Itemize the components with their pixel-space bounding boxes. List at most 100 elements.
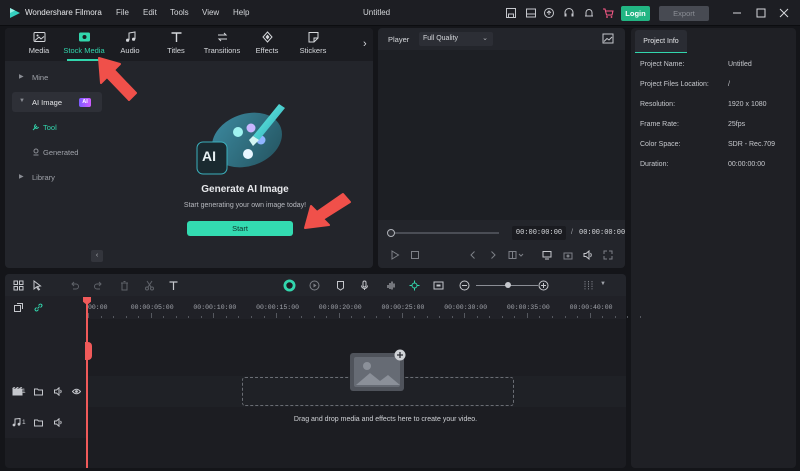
maximize-icon[interactable] <box>754 6 768 20</box>
ruler-tick <box>150 313 152 318</box>
undo-icon[interactable] <box>69 280 80 291</box>
scissors-icon[interactable] <box>144 280 155 291</box>
zoom-out-icon[interactable] <box>459 280 470 291</box>
start-button[interactable]: Start <box>187 221 293 236</box>
sidebar-item-ai-image[interactable]: ▼ AI Image AI <box>12 92 102 112</box>
link-icon[interactable] <box>34 303 43 312</box>
tab-stickers[interactable]: Stickers <box>292 31 334 59</box>
display-mode-icon[interactable] <box>508 250 524 260</box>
ruler-tick <box>439 316 441 318</box>
ruler-tick <box>301 316 303 318</box>
text-tool-icon[interactable] <box>168 280 179 291</box>
tab-media[interactable]: Media <box>18 31 60 59</box>
playback-scrubber[interactable] <box>390 232 499 234</box>
ruler-tick <box>564 316 566 318</box>
ai-mate-icon[interactable] <box>283 279 296 292</box>
quality-select[interactable]: Full Quality ⌄ <box>419 32 493 46</box>
cloud-icon[interactable] <box>543 7 555 19</box>
timecode-separator: / <box>571 229 573 236</box>
play-icon[interactable] <box>390 250 400 260</box>
timeline-ruler[interactable]: 00:00 00:00:05:00 00:00:10:00 00:00:15:00 00… <box>88 296 641 319</box>
speaker-icon[interactable] <box>54 387 63 396</box>
grid-view-icon[interactable] <box>583 280 594 291</box>
redo-icon[interactable] <box>93 280 104 291</box>
ruler-tick <box>489 316 491 318</box>
sidebar-item-mine[interactable]: ▶ Mine <box>12 67 102 87</box>
menu-view[interactable]: View <box>202 8 219 17</box>
scrubber-handle[interactable] <box>387 229 395 237</box>
menu-file[interactable]: File <box>116 8 129 17</box>
tab-effects[interactable]: Effects <box>246 31 288 59</box>
fullscreen-icon[interactable] <box>603 250 613 260</box>
close-icon[interactable] <box>777 6 791 20</box>
stop-icon[interactable] <box>410 250 420 260</box>
auto-highlight-icon[interactable] <box>433 280 444 291</box>
monitor-icon[interactable] <box>542 250 552 260</box>
layout-icon[interactable] <box>525 7 537 19</box>
playhead-side-tab[interactable] <box>85 342 92 360</box>
effects-icon <box>261 31 273 43</box>
sidebar-item-tool[interactable]: Tool <box>12 117 102 137</box>
ruler-tick <box>589 313 591 318</box>
ruler-tick <box>225 316 227 318</box>
snapshot-icon[interactable] <box>602 33 614 44</box>
volume-icon[interactable] <box>583 250 593 260</box>
select-tool-icon[interactable] <box>32 280 43 291</box>
wrench-icon <box>32 124 39 131</box>
playhead[interactable] <box>86 298 88 468</box>
collapse-sidebar-button[interactable]: ‹ <box>91 250 103 262</box>
tab-titles[interactable]: Titles <box>155 31 197 59</box>
tab-transitions[interactable]: Transitions <box>201 31 243 59</box>
notification-icon[interactable] <box>583 7 595 19</box>
microphone-icon[interactable] <box>359 280 370 291</box>
marker-icon[interactable] <box>335 280 346 291</box>
timecode-total: 00:00:00:00 <box>579 229 626 237</box>
folder-icon[interactable] <box>34 387 43 396</box>
preview-viewer <box>378 50 625 220</box>
ruler-tick <box>414 316 416 318</box>
sidebar-item-generated[interactable]: Generated <box>12 142 102 162</box>
zoom-slider-handle[interactable] <box>505 282 511 288</box>
zoom-in-icon[interactable] <box>538 280 549 291</box>
camera-icon[interactable] <box>563 250 573 260</box>
ruler-tick <box>175 316 177 318</box>
layout-grid-icon[interactable] <box>13 280 24 291</box>
prev-frame-icon[interactable] <box>468 250 478 260</box>
support-icon[interactable] <box>563 7 575 19</box>
transitions-icon <box>217 32 227 42</box>
menu-tools[interactable]: Tools <box>170 8 189 17</box>
chevron-down-icon[interactable]: ▼ <box>600 281 606 287</box>
export-button[interactable]: Export <box>659 6 709 21</box>
ruler-tick <box>200 316 202 318</box>
snap-icon[interactable] <box>409 280 420 291</box>
minimize-icon[interactable] <box>730 6 744 20</box>
sidebar-item-library[interactable]: ▶ Library <box>12 167 102 187</box>
delete-icon[interactable] <box>119 280 130 291</box>
add-track-icon[interactable] <box>14 303 23 312</box>
ruler-tick <box>288 316 290 318</box>
eye-icon[interactable] <box>72 387 81 396</box>
render-play-icon[interactable] <box>309 280 320 291</box>
caret-right-icon: ▶ <box>19 74 24 80</box>
menu-help[interactable]: Help <box>233 8 249 17</box>
ruler-time-label: 00:00:25:00 <box>381 304 425 311</box>
next-frame-icon[interactable] <box>488 250 498 260</box>
menu-edit[interactable]: Edit <box>143 8 157 17</box>
ruler-tick <box>464 313 466 318</box>
login-button[interactable]: Login <box>621 6 650 21</box>
caret-right-icon: ▶ <box>19 174 24 180</box>
ruler-tick <box>551 316 553 318</box>
cart-icon[interactable] <box>602 7 614 19</box>
caret-down-icon: ▼ <box>19 98 25 104</box>
media-tab-bar: Media Stock Media Audio Titles Transitio… <box>5 28 373 61</box>
tabs-more-chevron-icon[interactable]: › <box>363 38 367 50</box>
ruler-time-label: 00:00:40:00 <box>569 304 613 311</box>
timeline-toolbar: ▼ <box>5 274 626 296</box>
ruler-tick <box>163 316 165 318</box>
tab-project-info[interactable]: Project Info <box>635 30 687 53</box>
save-icon[interactable] <box>505 7 517 19</box>
ruler-time-label: 00:00:35:00 <box>506 304 550 311</box>
ruler-time-label: 00:00:10:00 <box>193 304 237 311</box>
audio-mixer-icon[interactable] <box>386 280 397 291</box>
ruler-tick <box>388 316 390 318</box>
